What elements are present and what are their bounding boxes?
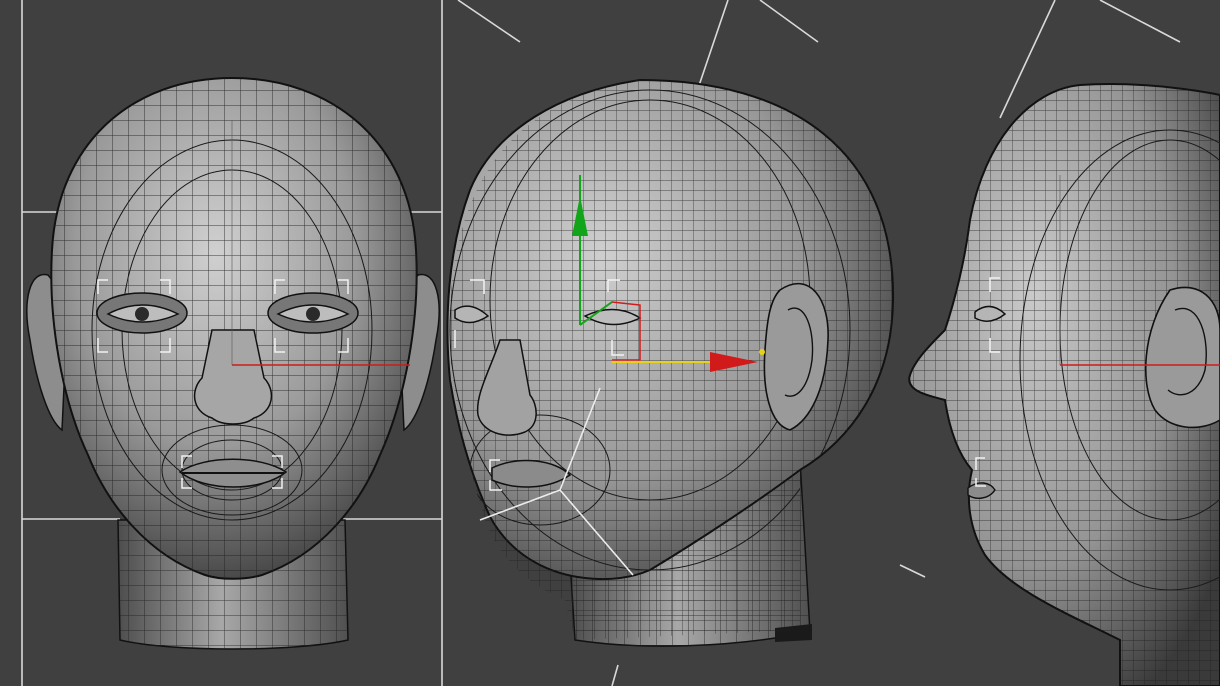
side-view-head[interactable]: [900, 80, 1220, 686]
perspective-view-head[interactable]: [440, 70, 910, 650]
viewport-canvas[interactable]: [0, 0, 1220, 686]
modeling-viewport-area[interactable]: [0, 0, 1220, 686]
front-view-head[interactable]: [26, 70, 440, 650]
